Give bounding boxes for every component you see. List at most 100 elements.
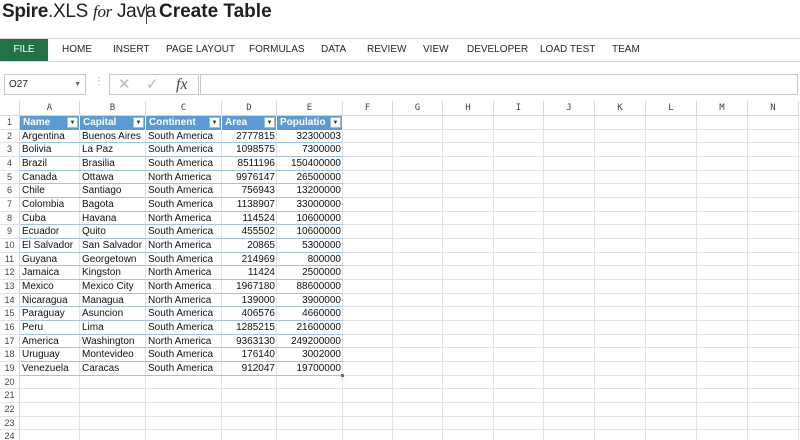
row-header-14[interactable]: 14 [0,293,20,308]
tab-formulas[interactable]: FORMULAS [249,39,305,61]
table-cell[interactable]: South America [146,307,222,321]
filter-dropdown-icon[interactable]: ▼ [209,117,220,128]
row-header-5[interactable]: 5 [0,170,20,185]
table-cell[interactable]: 1285215 [222,321,277,335]
column-header-e[interactable]: E [277,101,343,116]
table-cell[interactable]: America [20,335,80,349]
table-cell[interactable]: Jamaica [20,266,80,280]
table-header-cell[interactable]: Populatio ▼ [277,116,343,130]
table-cell[interactable]: 150400000 [277,157,343,171]
name-box[interactable]: O27 ▼ [4,74,86,95]
column-header-g[interactable]: G [393,101,443,116]
table-cell[interactable]: 800000 [277,253,343,267]
table-cell[interactable]: 406576 [222,307,277,321]
tab-home[interactable]: HOME [62,39,92,61]
table-resize-handle[interactable] [341,373,344,377]
column-header-d[interactable]: D [222,101,277,116]
table-cell[interactable]: Mexico City [80,280,146,294]
table-cell[interactable]: South America [146,184,222,198]
table-header-cell[interactable]: Name ▼ [20,116,80,130]
table-cell[interactable]: 214969 [222,253,277,267]
table-cell[interactable]: 10600000 [277,212,343,226]
tab-insert[interactable]: INSERT [113,39,150,61]
row-header-2[interactable]: 2 [0,129,20,144]
table-cell[interactable]: 139000 [222,294,277,308]
table-cell[interactable]: Brazil [20,157,80,171]
row-header-22[interactable]: 22 [0,403,20,417]
filter-dropdown-icon[interactable]: ▼ [264,117,275,128]
row-header-15[interactable]: 15 [0,307,20,322]
table-cell[interactable]: 10600000 [277,225,343,239]
table-cell[interactable]: South America [146,130,222,144]
table-cell[interactable]: Montevideo [80,348,146,362]
row-header-1[interactable]: 1 [0,116,20,130]
column-header-l[interactable]: L [646,101,697,116]
table-cell[interactable]: South America [146,225,222,239]
drag-handle-icon[interactable]: ⋮ [94,77,104,87]
table-cell[interactable]: Colombia [20,198,80,212]
row-header-18[interactable]: 18 [0,348,20,363]
row-header-8[interactable]: 8 [0,211,20,226]
table-header-cell[interactable]: Capital ▼ [80,116,146,130]
table-cell[interactable]: Brasilia [80,157,146,171]
table-header-cell[interactable]: Continent ▼ [146,116,222,130]
table-cell[interactable]: North America [146,266,222,280]
table-cell[interactable]: North America [146,335,222,349]
table-cell[interactable]: Kingston [80,266,146,280]
tab-file[interactable]: FILE [0,39,48,61]
table-cell[interactable]: 88600000 [277,280,343,294]
row-header-13[interactable]: 13 [0,280,20,294]
table-cell[interactable]: 912047 [222,362,277,376]
table-cell[interactable]: 756943 [222,184,277,198]
table-cell[interactable]: Peru [20,321,80,335]
row-header-24[interactable]: 24 [0,430,20,440]
table-cell[interactable]: 5300000 [277,239,343,253]
table-cell[interactable]: 9363130 [222,335,277,349]
formula-input[interactable] [200,74,798,95]
spreadsheet-grid[interactable]: ABCDEFGHIJKLMN 1 2 3 4 5 6 7 8 9 10 11 12 13 14 15 16 17… [0,101,800,440]
table-cell[interactable]: 249200000 [277,335,343,349]
table-cell[interactable]: Nicaragua [20,294,80,308]
column-header-k[interactable]: K [595,101,646,116]
table-cell[interactable]: 21600000 [277,321,343,335]
table-cell[interactable]: Quito [80,225,146,239]
table-cell[interactable]: 114524 [222,212,277,226]
table-cell[interactable]: South America [146,321,222,335]
table-cell[interactable]: 4660000 [277,307,343,321]
row-header-12[interactable]: 12 [0,266,20,281]
row-header-3[interactable]: 3 [0,143,20,157]
table-cell[interactable]: La Paz [80,143,146,157]
table-cell[interactable]: Asuncion [80,307,146,321]
row-header-11[interactable]: 11 [0,252,20,267]
filter-dropdown-icon[interactable]: ▼ [67,117,78,128]
table-cell[interactable]: Chile [20,184,80,198]
table-cell[interactable]: Washington [80,335,146,349]
row-header-7[interactable]: 7 [0,198,20,212]
filter-dropdown-icon[interactable]: ▼ [133,117,144,128]
table-cell[interactable]: 26500000 [277,171,343,185]
filter-dropdown-icon[interactable]: ▼ [330,117,341,128]
column-header-c[interactable]: C [146,101,222,116]
table-cell[interactable]: South America [146,348,222,362]
table-cell[interactable]: 8511196 [222,157,277,171]
table-cell[interactable]: 1967180 [222,280,277,294]
table-cell[interactable]: Buenos Aires [80,130,146,144]
row-header-6[interactable]: 6 [0,184,20,198]
table-cell[interactable]: North America [146,294,222,308]
row-header-9[interactable]: 9 [0,225,20,240]
column-header-i[interactable]: I [494,101,544,116]
column-header-j[interactable]: J [544,101,595,116]
table-cell[interactable]: Bolivia [20,143,80,157]
tab-data[interactable]: DATA [321,39,346,61]
column-header-a[interactable]: A [20,101,80,116]
chevron-down-icon[interactable]: ▼ [74,75,81,94]
table-cell[interactable]: Canada [20,171,80,185]
table-cell[interactable]: 1098575 [222,143,277,157]
table-cell[interactable]: San Salvador [80,239,146,253]
table-cell[interactable]: South America [146,198,222,212]
row-header-4[interactable]: 4 [0,157,20,171]
tab-load-test[interactable]: LOAD TEST [540,39,595,61]
select-all-corner[interactable] [0,101,20,116]
table-cell[interactable]: South America [146,157,222,171]
table-cell[interactable]: 33000000 [277,198,343,212]
